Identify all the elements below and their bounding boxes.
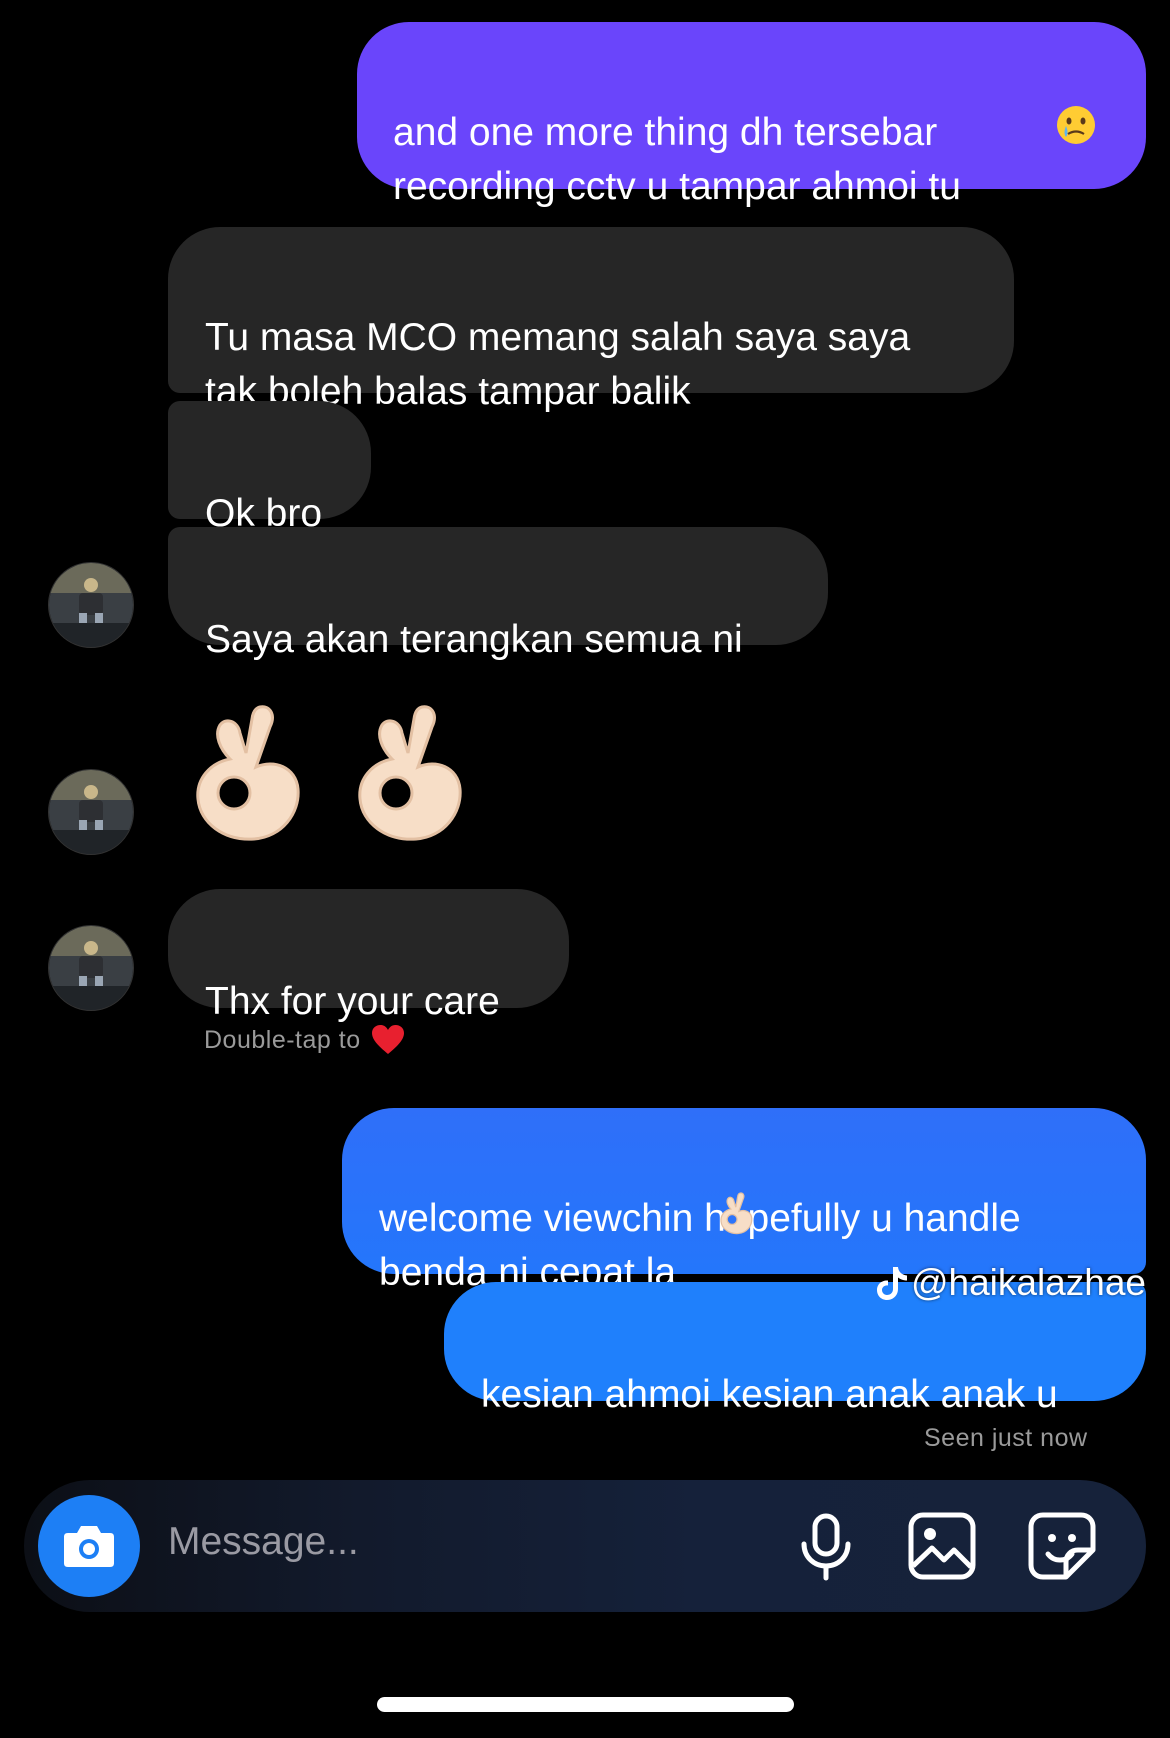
sender-avatar[interactable] [48,769,134,855]
ok-hand-emoji-icon [196,705,300,841]
message-text: Thx for your care [205,980,500,1023]
tiktok-logo-icon [876,1267,907,1300]
message-input[interactable]: Message... [168,1520,359,1564]
avatar-photo-icon [49,563,133,647]
message-text: Tu masa MCO memang salah saya saya tak b… [205,316,911,413]
received-message-bubble[interactable]: Tu masa MCO memang salah saya saya tak b… [168,227,1014,413]
ok-hand-emoji-icon [720,1192,753,1235]
reaction-hint: Double-tap to [204,1024,405,1056]
emoji-message[interactable] [190,697,480,857]
sender-avatar[interactable] [48,925,134,1011]
ok-hand-emoji-icon [358,705,462,841]
camera-button[interactable] [38,1495,140,1597]
received-message-bubble[interactable]: Thx for your care [168,889,569,1023]
avatar-photo-icon [49,770,133,854]
microphone-icon[interactable] [790,1510,862,1582]
holding-back-tears-emoji-icon [1057,106,1095,144]
home-indicator[interactable] [377,1697,794,1712]
message-composer: Message... [24,1480,1146,1612]
sender-avatar[interactable] [48,562,134,648]
message-text: and one more thing dh tersebar recording… [393,111,961,208]
received-message-bubble[interactable]: Ok bro [168,401,371,535]
watermark-text: @haikalazhae [910,1262,1146,1303]
sent-message-bubble[interactable]: and one more thing dh tersebar recording… [357,22,1146,208]
red-heart-icon [371,1025,404,1054]
received-message-bubble[interactable]: Saya akan terangkan semua ni [168,527,828,661]
sticker-icon[interactable] [1026,1510,1098,1582]
gallery-icon[interactable] [906,1510,978,1582]
seen-status: Seen just now [924,1424,1088,1452]
avatar-photo-icon [49,926,133,1010]
tiktok-watermark: @haikalazhae [875,1262,1146,1304]
sent-message-bubble[interactable]: welcome viewchin hopefully u handle bend… [342,1108,1146,1294]
camera-icon [64,1526,114,1567]
message-text: Saya akan terangkan semua ni [205,618,743,661]
reaction-hint-text: Double-tap to [204,1025,361,1054]
message-text: kesian ahmoi kesian anak anak u [481,1373,1058,1416]
